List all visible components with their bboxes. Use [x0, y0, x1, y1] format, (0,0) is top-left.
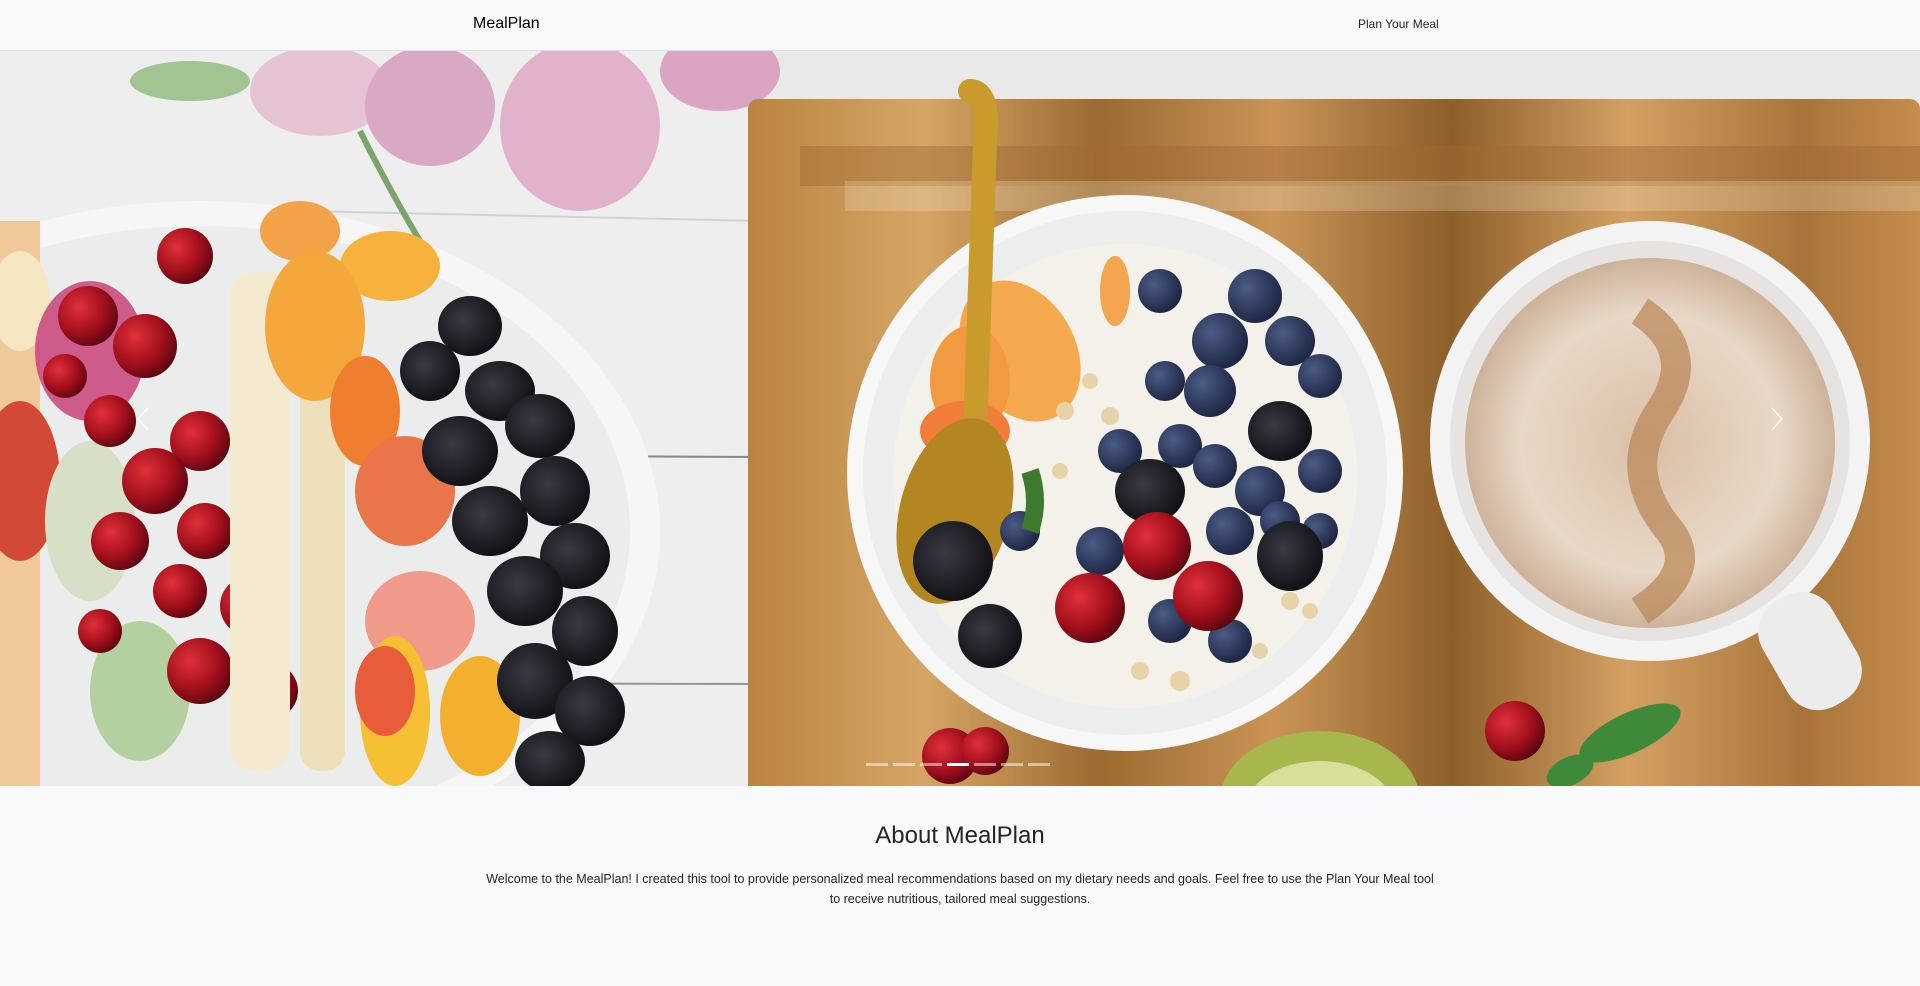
- carousel-indicator[interactable]: [866, 763, 888, 766]
- carousel-indicator[interactable]: [974, 763, 996, 766]
- chevron-left-icon: [136, 407, 149, 431]
- about-text: Welcome to the MealPlan! I created this …: [486, 872, 1434, 906]
- brand-link[interactable]: MealPlan: [473, 15, 540, 33]
- about-title: About MealPlan: [875, 822, 1045, 849]
- carousel-indicator[interactable]: [1028, 763, 1050, 766]
- about-section: About MealPlan Welcome to the MealPlan! …: [0, 786, 1920, 986]
- carousel-next-button[interactable]: [1632, 51, 1920, 786]
- carousel-indicators: [866, 763, 1050, 769]
- carousel-prev-button[interactable]: [0, 51, 288, 786]
- chevron-right-icon: [1771, 407, 1784, 431]
- carousel-indicator[interactable]: [1001, 763, 1023, 766]
- hero-carousel: [0, 51, 1920, 786]
- navbar: MealPlan Plan Your Meal: [0, 0, 1920, 51]
- nav-link-plan-your-meal[interactable]: Plan Your Meal: [1358, 17, 1439, 31]
- carousel-indicator[interactable]: [893, 763, 915, 766]
- carousel-indicator[interactable]: [920, 763, 942, 766]
- carousel-indicator[interactable]: [947, 763, 969, 766]
